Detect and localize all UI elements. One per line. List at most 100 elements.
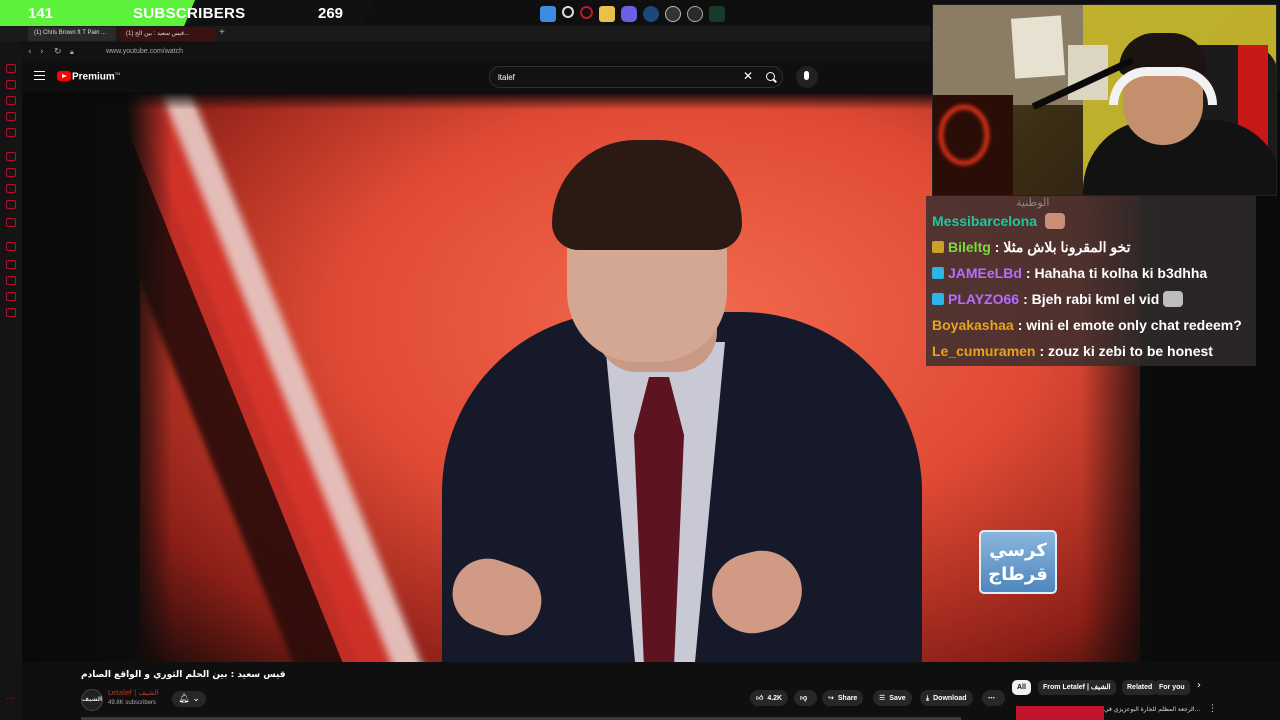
more-actions-button[interactable]: ⋯ <box>982 690 1005 706</box>
sidebar-icon[interactable] <box>6 152 16 161</box>
search-icon[interactable] <box>562 6 574 18</box>
chat-header: الوطنية <box>1016 196 1050 209</box>
emote-icon <box>1163 291 1184 307</box>
chat-username: Messibarcelona <box>932 213 1038 229</box>
sidebar-icon[interactable] <box>6 200 16 209</box>
sidebar-icon[interactable] <box>6 96 16 105</box>
youtube-brand[interactable]: PremiumTN <box>72 71 120 82</box>
channel-avatar[interactable]: الشيف <box>81 689 103 711</box>
emote-icon <box>1045 213 1066 229</box>
browser-tab-active[interactable]: (1) قيس سعيد : بين الح... <box>120 27 216 41</box>
screen: 141 SUBSCRIBERS 269 (1) Chris Brown ft T… <box>0 0 1280 720</box>
terminal-icon[interactable] <box>709 6 725 22</box>
address-bar: ‹ › ↻ 🔒︎ www.youtube.com/watch <box>22 44 930 62</box>
download-button[interactable]: ⤓ Download <box>920 690 973 706</box>
chat-message: PLAYZO66: Bjeh rabi kml el vid <box>932 291 1184 313</box>
app-icon[interactable] <box>687 6 703 22</box>
badge-icon <box>932 293 944 305</box>
sidebar-icon[interactable] <box>6 276 16 285</box>
sidebar-icon[interactable] <box>6 218 16 227</box>
chat-message: Le_cumuramen: zouz ki zebi to be honest <box>932 343 1213 365</box>
youtube-masthead: PremiumTN ltalef ✕ <box>22 62 930 92</box>
chat-text: Bjeh rabi kml el vid <box>1031 291 1160 307</box>
chat-message: Messibarcelona <box>932 213 1066 235</box>
thumbs-up-icon: 👍︎ <box>756 694 764 702</box>
chevron-right-icon[interactable]: › <box>1197 680 1201 691</box>
dislike-button[interactable]: 👎︎ <box>794 690 818 706</box>
watermark-line: كرسي <box>989 540 1047 561</box>
sidebar-more-icon[interactable]: … <box>6 692 16 701</box>
download-icon: ⤓ <box>926 694 930 702</box>
chat-overlay: الوطنية Messibarcelona Bileltg: تخو المق… <box>926 196 1256 366</box>
recommended-title[interactable]: الرجعة المظلم للجارة البوعزيزي في... <box>1104 706 1200 713</box>
sidebar-icon[interactable] <box>6 168 16 177</box>
youtube-logo-icon[interactable] <box>57 71 71 81</box>
chat-colon: : <box>1017 317 1027 333</box>
chat-username: JAMEeLBd <box>948 265 1022 281</box>
channel-name[interactable]: Letalef | الشيف <box>108 689 158 697</box>
folder-icon[interactable] <box>599 6 615 22</box>
voice-search-icon[interactable] <box>796 66 818 88</box>
more-options-icon[interactable]: ⋮ <box>1208 704 1217 714</box>
forward-icon[interactable]: › <box>40 47 44 57</box>
search-box[interactable]: ltalef ✕ <box>489 66 783 88</box>
url-field[interactable]: www.youtube.com/watch <box>106 48 183 55</box>
windows-start-icon[interactable] <box>540 6 556 22</box>
chip-for-you[interactable]: For you <box>1154 680 1190 695</box>
badge-icon <box>932 241 944 253</box>
discord-icon[interactable] <box>621 6 637 22</box>
steam-icon[interactable] <box>643 6 659 22</box>
chat-colon: : <box>1039 343 1049 359</box>
webcam-shape <box>939 105 989 165</box>
subscriber-goal: 269 <box>318 5 344 22</box>
sidebar-icon[interactable] <box>6 308 16 317</box>
taskbar <box>540 4 725 24</box>
browser-tab-bar: (1) Chris Brown ft T Pain ... (1) قيس سع… <box>0 26 930 42</box>
like-count: 4.2K <box>767 695 783 702</box>
menu-icon[interactable] <box>34 71 45 80</box>
subscriber-goal-bar: 141 SUBSCRIBERS 269 <box>0 0 375 28</box>
chat-message: Bileltg: تخو المقرونا بلاش مثلا <box>932 239 1131 261</box>
channel-subscribers: 49.8K subscribers <box>108 700 157 706</box>
lock-icon: 🔒︎ <box>70 48 74 56</box>
sidebar-icon[interactable] <box>6 242 16 251</box>
save-label: Save <box>889 695 906 702</box>
chip-related[interactable]: Related <box>1122 680 1158 695</box>
video-title: قيس سعيد : بين الحلم الثوري و الواقع الص… <box>81 670 286 680</box>
thumbs-down-icon: 👎︎ <box>800 694 808 702</box>
like-button[interactable]: 👍︎ 4.2K <box>750 690 789 706</box>
country-code: TN <box>114 71 121 76</box>
chip-from-channel[interactable]: From Letalef | الشيف <box>1038 680 1116 695</box>
chat-text: zouz ki zebi to be honest <box>1048 343 1213 359</box>
chat-message: Boyakashaa: wini el emote only chat rede… <box>932 317 1242 339</box>
obs-icon[interactable] <box>665 6 681 22</box>
browser-sidebar: … <box>0 42 22 720</box>
sidebar-icon[interactable] <box>6 64 16 73</box>
sidebar-icon[interactable] <box>6 184 16 193</box>
opera-icon[interactable] <box>580 6 593 19</box>
more-icon: ⋯ <box>988 694 995 702</box>
show-watermark-logo: كرسي قرطاج <box>979 530 1057 594</box>
search-icon[interactable] <box>766 72 775 81</box>
subscriber-count: 141 <box>28 5 54 22</box>
chip-all[interactable]: All <box>1012 680 1031 695</box>
share-button[interactable]: ↪ Share <box>822 690 864 706</box>
new-tab-button[interactable]: + <box>219 27 225 38</box>
sidebar-icon[interactable] <box>6 292 16 301</box>
back-icon[interactable]: ‹ <box>28 47 32 57</box>
webcam-shape <box>1010 15 1066 79</box>
save-button[interactable]: ☰ Save <box>873 690 912 706</box>
streamer-webcam <box>932 4 1277 196</box>
sidebar-icon[interactable] <box>6 260 16 269</box>
browser-tab[interactable]: (1) Chris Brown ft T Pain ... <box>28 27 116 41</box>
sidebar-icon[interactable] <box>6 80 16 89</box>
clear-search-icon[interactable]: ✕ <box>743 69 753 83</box>
sidebar-icon[interactable] <box>6 128 16 137</box>
watermark-line: قرطاج <box>988 564 1048 585</box>
chat-text: تخو المقرونا بلاش مثلا <box>1003 239 1131 255</box>
notification-bell-button[interactable]: 🔔︎ ⌄ <box>172 691 206 707</box>
reload-icon[interactable]: ↻ <box>54 47 62 57</box>
sidebar-icon[interactable] <box>6 112 16 121</box>
search-input[interactable]: ltalef <box>498 73 515 82</box>
recommended-thumbnail[interactable] <box>1016 706 1104 720</box>
